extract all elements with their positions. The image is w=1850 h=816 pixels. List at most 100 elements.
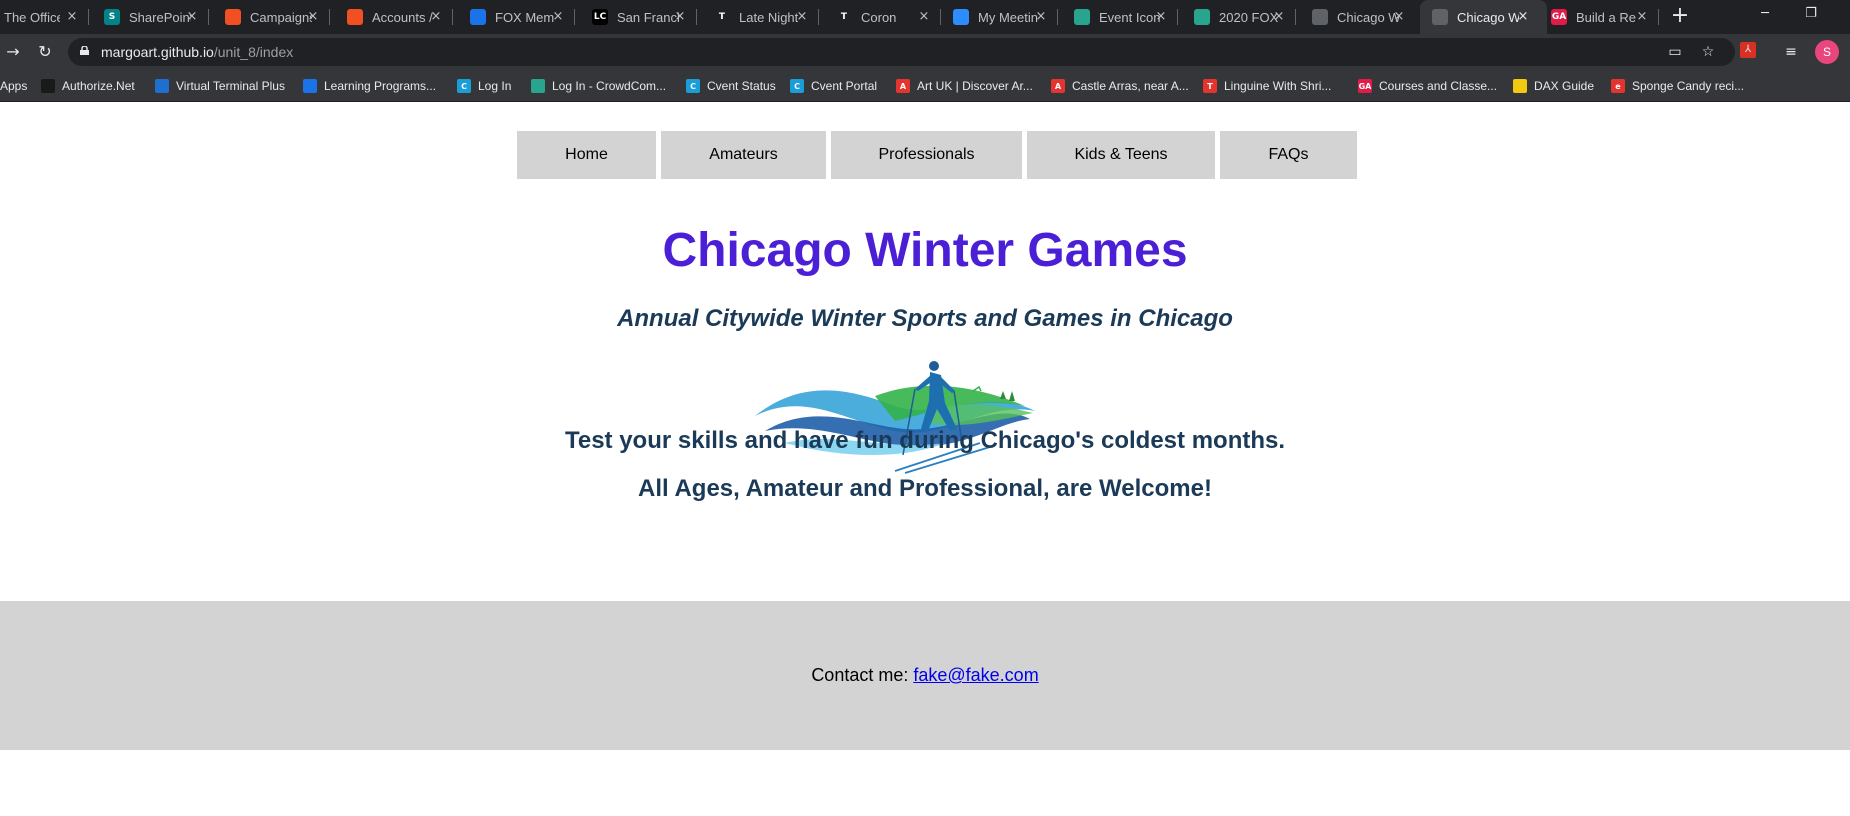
nav-professionals[interactable]: Professionals	[831, 131, 1022, 179]
browser-tab[interactable]: Campaigns ×	[217, 0, 337, 34]
browser-tab[interactable]: Event Icon ×	[1066, 0, 1185, 34]
globe-icon	[1312, 9, 1328, 25]
nav-kids-teens[interactable]: Kids & Teens	[1027, 131, 1215, 179]
crowdcompass-icon	[531, 79, 545, 93]
tab-title: Late Night	[739, 9, 799, 25]
recipe-icon: e	[1611, 79, 1625, 93]
tab-separator	[1658, 9, 1659, 25]
page-title: Chicago Winter Games	[662, 224, 1188, 277]
tab-title: Chicago W	[1457, 9, 1519, 25]
tab-close-icon[interactable]: ×	[1515, 9, 1531, 25]
tab-title: Accounts /	[372, 9, 433, 25]
nyt-icon: T	[836, 9, 852, 25]
cvent-icon: C	[686, 79, 700, 93]
browser-tab[interactable]: Accounts / ×	[339, 0, 460, 34]
bookmark-item[interactable]: Authorize.Net	[41, 70, 135, 102]
nav-faqs[interactable]: FAQs	[1220, 131, 1357, 179]
crowdcompass-icon	[1194, 9, 1210, 25]
lc-icon: LC	[592, 9, 608, 25]
profile-avatar[interactable]: S	[1815, 40, 1839, 64]
tab-close-icon[interactable]: ×	[184, 9, 200, 25]
bookmark-label: Linguine With Shri...	[1224, 79, 1332, 93]
bookmark-item[interactable]: e Sponge Candy reci...	[1611, 70, 1744, 102]
artuk-icon: A	[896, 79, 910, 93]
reload-icon[interactable]: ↻	[34, 41, 56, 63]
browser-tab[interactable]: My Meetin ×	[945, 0, 1065, 34]
crowdcompass-icon	[1074, 9, 1090, 25]
bookmark-item[interactable]: A Art UK | Discover Ar...	[896, 70, 1033, 102]
tab-close-icon[interactable]: ×	[672, 9, 688, 25]
cvent-icon: C	[457, 79, 471, 93]
bookmark-item[interactable]: DAX Guide	[1513, 70, 1594, 102]
browser-tab[interactable]: T Late Night ×	[706, 0, 826, 34]
bookmark-item[interactable]: C Cvent Portal	[790, 70, 877, 102]
bookmark-item[interactable]: Log In - CrowdCom...	[531, 70, 666, 102]
tab-close-icon[interactable]: ×	[64, 9, 80, 25]
browser-tab[interactable]: GA Build a Re ×	[1543, 0, 1666, 34]
browser-tab[interactable]: S SharePoint ×	[96, 0, 216, 34]
tab-close-icon[interactable]: ×	[1033, 9, 1049, 25]
tab-separator	[1057, 9, 1058, 25]
tab-close-icon[interactable]: ×	[428, 9, 444, 25]
cvent-icon: C	[790, 79, 804, 93]
pdf-extension-icon[interactable]: ⅄	[1740, 42, 1756, 58]
address-bar[interactable]: margoart.github.io/unit_8/index ▭ ☆	[68, 38, 1735, 66]
bookmark-item[interactable]: A Castle Arras, near A...	[1051, 70, 1189, 102]
cast-icon[interactable]: ▭	[1665, 42, 1685, 62]
tab-title: Coron	[861, 9, 897, 25]
tab-title: 2020 FOX	[1219, 9, 1279, 25]
media-queue-icon[interactable]: ≡	[1781, 42, 1801, 62]
web-page: Home Amateurs Professionals Kids & Teens…	[0, 103, 1850, 816]
tab-title: Chicago W	[1337, 9, 1399, 25]
bookmark-item[interactable]: T Linguine With Shri...	[1203, 70, 1331, 102]
bookmark-item[interactable]: Virtual Terminal Plus	[155, 70, 285, 102]
bookmark-label: Cvent Portal	[811, 79, 878, 93]
bookmark-label: Authorize.Net	[62, 79, 135, 93]
bookmarks-bar: Apps Authorize.Net Virtual Terminal Plus Le…	[0, 70, 1850, 102]
star-icon[interactable]: ☆	[1698, 42, 1718, 62]
tab-title: Event Icon	[1099, 9, 1161, 25]
bookmark-label: Learning Programs...	[324, 79, 437, 93]
tab-close-icon[interactable]: ×	[794, 9, 810, 25]
minimize-button[interactable]: ─	[1742, 0, 1788, 30]
nav-home[interactable]: Home	[517, 131, 656, 179]
dax-icon	[1513, 79, 1527, 93]
bookmark-item[interactable]: Learning Programs...	[303, 70, 436, 102]
tab-separator	[818, 9, 819, 25]
tagline-welcome: All Ages, Amateur and Professional, are …	[638, 475, 1212, 502]
browser-tab[interactable]: LC San Franci ×	[584, 0, 704, 34]
bookmark-item[interactable]: Apps	[0, 70, 27, 102]
bookmark-label: Castle Arras, near A...	[1072, 79, 1189, 93]
tab-close-icon[interactable]: ×	[1391, 9, 1407, 25]
browser-tab[interactable]: The Office ×	[0, 0, 96, 34]
tab-close-icon[interactable]: ×	[305, 9, 321, 25]
authorize-icon	[41, 79, 55, 93]
browser-tab[interactable]: Chicago W ×	[1304, 0, 1423, 34]
bookmark-item[interactable]: C Log In	[457, 70, 511, 102]
url-path: /unit_8/index	[213, 44, 294, 60]
browser-tab[interactable]: T Coron ×	[828, 0, 948, 34]
tab-close-icon[interactable]: ×	[1634, 9, 1650, 25]
bookmark-label: Cvent Status	[707, 79, 776, 93]
bookmark-item[interactable]: C Cvent Status	[686, 70, 776, 102]
microsoft-icon	[225, 9, 241, 25]
restore-button[interactable]: ❐	[1788, 0, 1834, 30]
browser-tab[interactable]: Chicago W ×	[1420, 0, 1547, 34]
skier-logo-image	[755, 361, 1035, 474]
bookmark-item[interactable]: GA Courses and Classe...	[1358, 70, 1497, 102]
tab-close-icon[interactable]: ×	[1271, 9, 1287, 25]
tab-close-icon[interactable]: ×	[1153, 9, 1169, 25]
tab-title: My Meetin	[978, 9, 1038, 25]
tab-title: San Franci	[617, 9, 679, 25]
contact-email-link[interactable]: fake@fake.com	[913, 665, 1038, 685]
nav-amateurs[interactable]: Amateurs	[661, 131, 826, 179]
fox-icon	[303, 79, 317, 93]
bookmark-label: Sponge Candy reci...	[1632, 79, 1745, 93]
browser-tab[interactable]: 2020 FOX ×	[1186, 0, 1303, 34]
tab-close-icon[interactable]: ×	[550, 9, 566, 25]
bookmark-label: Art UK | Discover Ar...	[917, 79, 1033, 93]
forward-icon[interactable]: →	[2, 41, 24, 63]
browser-tab[interactable]: FOX Mem ×	[462, 0, 582, 34]
new-tab-button[interactable]: +	[1668, 5, 1692, 29]
tab-close-icon[interactable]: ×	[916, 9, 932, 25]
